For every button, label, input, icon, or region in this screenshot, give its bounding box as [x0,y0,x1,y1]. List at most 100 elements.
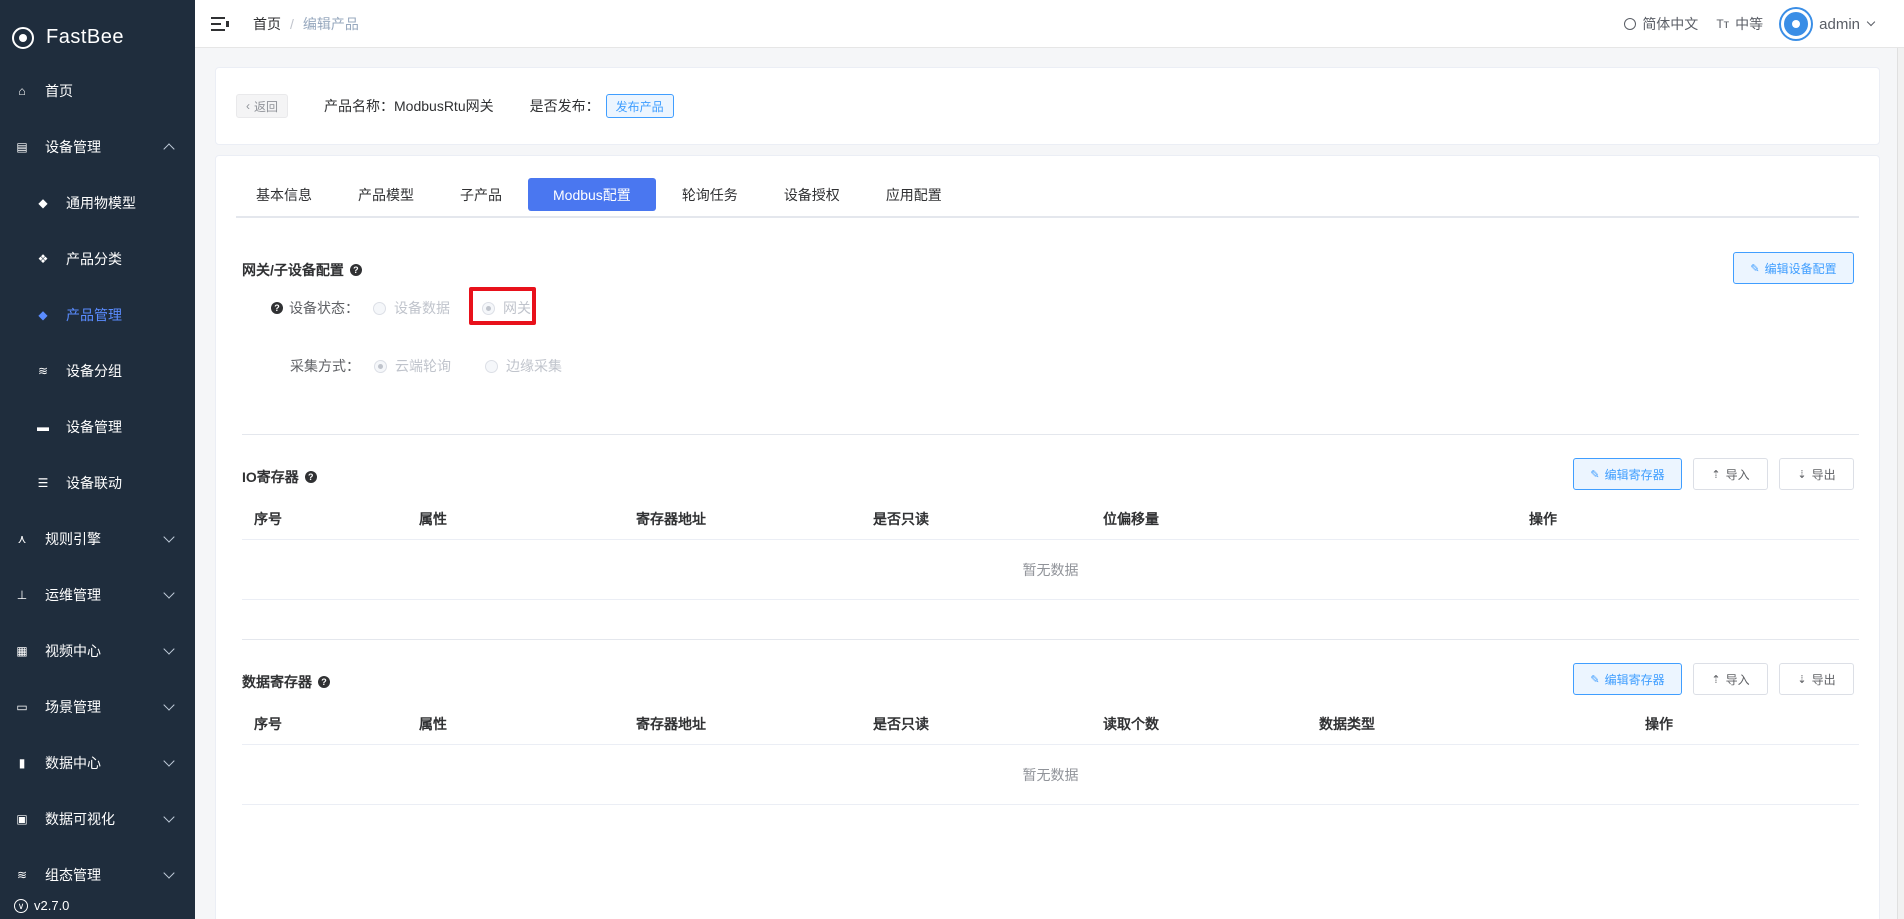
user-menu[interactable]: admin [1781,9,1876,39]
edit-icon: ✎ [1590,673,1600,686]
menu-toggle-icon[interactable] [211,16,229,31]
data-import-button[interactable]: ⇡ 导入 [1693,663,1768,695]
breadcrumb-home[interactable]: 首页 [253,14,281,34]
sidebar-item-label: 数据可视化 [45,811,115,827]
product-icon: ◆ [38,308,48,322]
topbar-right: 简体中文 Tт 中等 admin [1606,0,1876,48]
username: admin [1819,15,1860,33]
gateway-config-title: 网关/子设备配置 ? [242,260,362,280]
help-icon[interactable]: ? [271,302,283,314]
monitor-icon: ▣ [16,812,28,826]
sidebar-item-ops[interactable]: ⊥ 运维管理 [0,567,195,623]
tab-device-auth[interactable]: 设备授权 [764,178,860,211]
sidebar-item-scene[interactable]: ▭ 场景管理 [0,679,195,735]
column-header: 属性 [419,511,447,527]
fastbee-logo-icon [12,26,34,49]
sidebar: FastBee ⌂ 首页 ▤ 设备管理 ◆ 通用物模型 ❖ 产品分类 ◆ 产品管… [0,0,195,919]
io-table-header: 序号 属性 寄存器地址 是否只读 位偏移量 操作 [242,494,1859,540]
data-export-button[interactable]: ⇣ 导出 [1779,663,1854,695]
sidebar-item-home[interactable]: ⌂ 首页 [0,75,195,107]
tab-app-config[interactable]: 应用配置 [866,178,962,211]
link-icon: ☰ [37,476,49,490]
radio-cloud-polling[interactable]: 云端轮询 [374,356,451,376]
version-label: ∨ v2.7.0 [14,898,69,913]
chevron-up-icon [163,143,175,155]
tab-product-model[interactable]: 产品模型 [338,178,434,211]
sidebar-item-thing-model[interactable]: ◆ 通用物模型 [0,175,195,231]
tab-sub-product[interactable]: 子产品 [440,178,522,211]
stack-icon: ≋ [16,868,28,882]
sidebar-item-device-list[interactable]: ▬ 设备管理 [0,399,195,455]
topbar: 首页 / 编辑产品 简体中文 Tт 中等 admin [195,0,1904,48]
sidebar-item-label: 首页 [45,83,73,99]
help-icon[interactable]: ? [304,471,317,483]
upload-icon: ⇡ [1711,673,1721,686]
sidebar-item-product-category[interactable]: ❖ 产品分类 [0,231,195,287]
back-label: 返回 [254,99,279,114]
help-icon[interactable]: ? [349,264,362,276]
sidebar-item-rule-engine[interactable]: ⋏ 规则引擎 [0,511,195,567]
device-icon: ▤ [16,140,28,154]
help-icon[interactable]: ? [318,676,330,688]
sidebar-item-label: 场景管理 [45,699,101,715]
edit-device-config-button[interactable]: ✎ 编辑设备配置 [1733,252,1854,284]
sidebar-item-device-management[interactable]: ▤ 设备管理 [0,119,195,175]
app-name: FastBee [46,26,124,48]
sidebar-item-device-group[interactable]: ≋ 设备分组 [0,343,195,399]
sidebar-item-device-linkage[interactable]: ☰ 设备联动 [0,455,195,511]
column-header: 是否只读 [873,716,929,732]
column-header: 位偏移量 [1103,511,1159,527]
sidebar-item-label: 设备分组 [66,363,122,379]
io-register-title: IO寄存器 ? [242,467,317,487]
download-icon: ⇣ [1797,673,1807,686]
cube-icon: ◆ [38,196,48,210]
sidebar-item-configuration[interactable]: ≋ 组态管理 [0,847,195,903]
server-icon: ▬ [37,420,49,434]
data-edit-register-button[interactable]: ✎ 编辑寄存器 [1573,663,1682,695]
tab-modbus-config[interactable]: Modbus配置 [528,178,656,211]
data-table-empty: 暂无数据 [242,745,1859,805]
column-header: 属性 [419,716,447,732]
column-header: 序号 [254,511,282,527]
chevron-down-icon [1866,17,1876,27]
size-select[interactable]: Tт 中等 [1716,14,1763,34]
edit-icon: ✎ [1750,262,1760,275]
column-header: 操作 [1645,716,1673,732]
text-size-icon: Tт [1716,17,1730,31]
sidebar-item-label: 通用物模型 [66,195,136,211]
product-header-card: ‹ 返回 产品名称：ModbusRtu网关 是否发布： 发布产品 [215,67,1880,145]
chart-icon: ▮ [18,756,26,770]
sidebar-item-label: 设备联动 [66,475,122,491]
io-import-button[interactable]: ⇡ 导入 [1693,458,1768,490]
publish-product-button[interactable]: 发布产品 [605,94,674,118]
sidebar-item-product-management[interactable]: ◆ 产品管理 [0,287,195,343]
sidebar-item-video[interactable]: ▦ 视频中心 [0,623,195,679]
logo[interactable]: FastBee [0,0,195,75]
sidebar-item-data-center[interactable]: ▮ 数据中心 [0,735,195,791]
sidebar-item-visualization[interactable]: ▣ 数据可视化 [0,791,195,847]
io-edit-register-button[interactable]: ✎ 编辑寄存器 [1573,458,1682,490]
radio-circle-icon [373,301,386,315]
category-icon: ❖ [37,252,49,266]
avatar [1781,9,1812,39]
column-header: 操作 [1529,511,1557,527]
sidebar-item-label: 运维管理 [45,587,101,603]
language-select[interactable]: 简体中文 [1624,14,1698,34]
back-button[interactable]: ‹ 返回 [236,94,289,118]
column-header: 数据类型 [1319,716,1375,732]
device-status-label: 设备状态： [289,300,359,316]
chevron-down-icon [163,587,175,599]
sidebar-item-label: 设备管理 [66,419,122,435]
globe-icon [1624,18,1637,30]
version-text: v2.7.0 [34,898,70,913]
io-table-empty: 暂无数据 [242,540,1859,600]
tab-basic-info[interactable]: 基本信息 [236,178,332,211]
tab-polling-task[interactable]: 轮询任务 [662,178,758,211]
scrollbar[interactable] [1897,48,1904,919]
radio-device-data[interactable]: 设备数据 [373,298,450,318]
chevron-down-icon [163,755,175,767]
io-export-button[interactable]: ⇣ 导出 [1779,458,1854,490]
layers-icon: ≋ [37,364,49,378]
radio-edge-collect[interactable]: 边缘采集 [485,356,562,376]
edit-icon: ✎ [1590,468,1600,481]
